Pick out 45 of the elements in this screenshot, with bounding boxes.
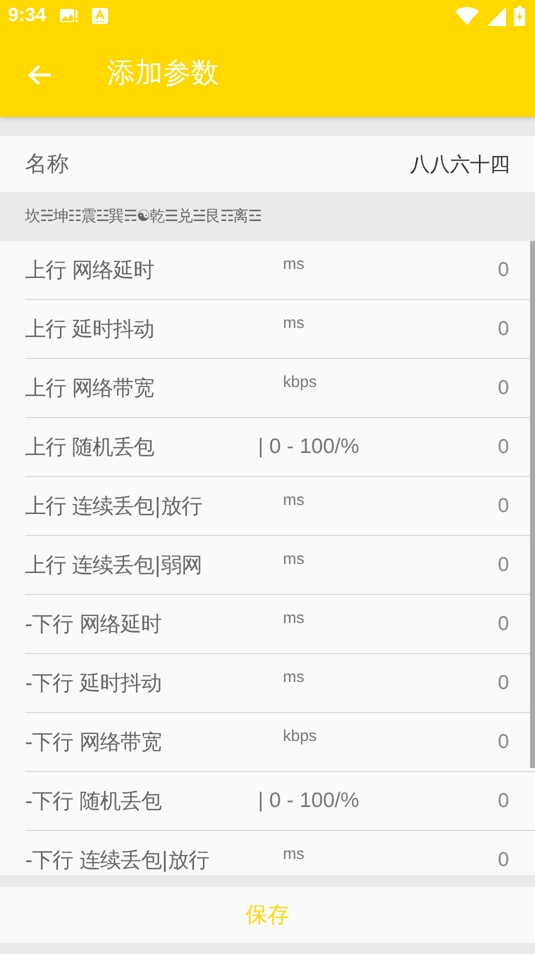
param-label: -下行 网络带宽 [25, 729, 162, 756]
value-input[interactable]: 0 [498, 790, 509, 812]
value-input[interactable]: 0 [498, 612, 509, 636]
hint-text: 坎☵坤☷震☳巽☴☯乾☰兑☱艮☶离☲ [25, 206, 262, 227]
unit-label: ms [283, 492, 306, 510]
unit-label: ms [283, 315, 306, 333]
name-label: 名称 [25, 151, 69, 179]
value-input[interactable]: 0 [498, 318, 509, 340]
unit-label: ms [283, 551, 306, 569]
param-label: 上行 随机丢包 [25, 434, 156, 461]
param-label: 上行 延时抖动 [25, 316, 156, 343]
unit-label: ms [283, 846, 306, 864]
unit-label: ms [283, 669, 306, 687]
value-input[interactable]: 0 [498, 258, 509, 282]
screen-title: 添加参数 [107, 54, 219, 90]
param-label: -下行 延时抖动 [25, 670, 162, 697]
value-input[interactable]: 0 [498, 672, 509, 694]
value-input[interactable]: 0 [498, 436, 509, 458]
value-input[interactable]: 0 [498, 376, 509, 400]
unit-label: kbps [283, 728, 318, 746]
param-label: 上行 连续丢包|弱网 [25, 552, 203, 579]
back-button[interactable] [27, 62, 53, 86]
value-input[interactable]: 0 [498, 494, 509, 518]
range-hint: | 0 - 100/% [258, 789, 360, 813]
battery-icon [514, 6, 525, 26]
status-time: 9:34 [8, 5, 46, 27]
image-notification-icon [60, 8, 78, 24]
value-input[interactable]: 0 [498, 554, 509, 576]
param-label: 上行 连续丢包|放行 [25, 493, 203, 520]
range-hint: | 0 - 100/% [258, 435, 360, 459]
param-label: -下行 连续丢包|放行 [25, 847, 210, 874]
value-input[interactable]: 0 [498, 848, 509, 872]
param-label: -下行 随机丢包 [25, 788, 162, 815]
unit-label: kbps [283, 374, 318, 392]
value-input[interactable]: 0 [498, 730, 509, 754]
unit-label: ms [283, 256, 306, 274]
name-value: 八八六十四 [410, 150, 510, 178]
wifi-icon [455, 7, 479, 25]
unit-label: ms [283, 610, 306, 628]
param-label: 上行 网络延时 [25, 257, 156, 284]
param-label: 上行 网络带宽 [25, 375, 156, 402]
param-label: -下行 网络延时 [25, 611, 162, 638]
text-notification-icon [92, 8, 108, 24]
signal-icon [487, 6, 506, 26]
name-row[interactable]: 名称 八八六十四 [0, 136, 535, 192]
